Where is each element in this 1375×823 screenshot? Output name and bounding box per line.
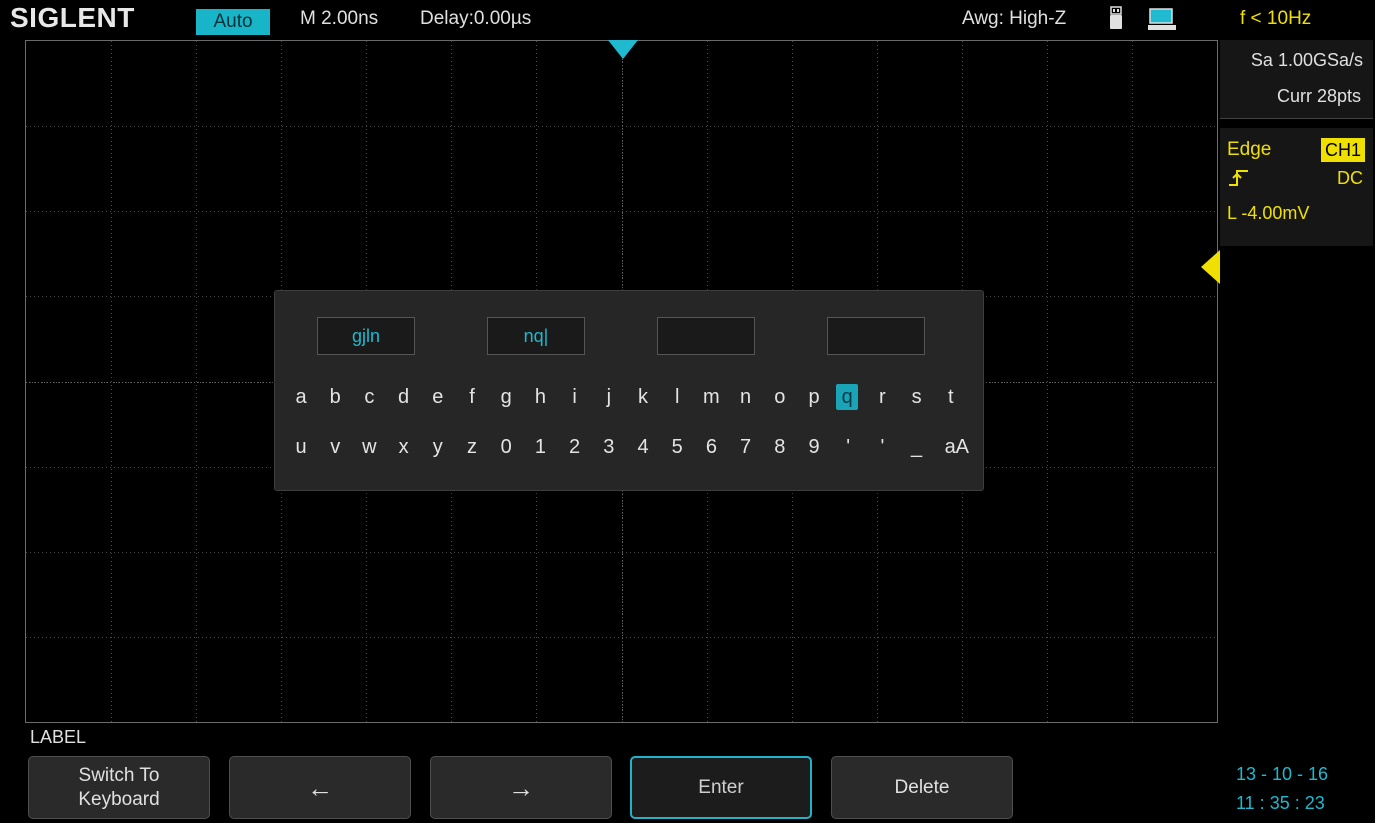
awg-readout: Awg: High-Z xyxy=(962,8,1067,29)
pc-connection-icon xyxy=(1148,8,1176,30)
trigger-frequency-readout: f < 10Hz xyxy=(1240,8,1312,29)
run-mode-badge[interactable]: Auto xyxy=(196,9,270,35)
key-y[interactable]: y xyxy=(426,433,450,461)
key-d[interactable]: d xyxy=(392,383,416,411)
key-7[interactable]: 7 xyxy=(734,433,758,461)
switch-to-keyboard-button[interactable]: Switch To Keyboard xyxy=(28,756,210,819)
key-g[interactable]: g xyxy=(494,383,518,411)
key-u[interactable]: u xyxy=(289,433,313,461)
key-b[interactable]: b xyxy=(323,383,347,411)
delay-readout: Delay:0.00µs xyxy=(420,8,532,29)
key-5[interactable]: 5 xyxy=(665,433,689,461)
key-0[interactable]: 0 xyxy=(494,433,518,461)
key-n[interactable]: n xyxy=(734,383,758,411)
time-readout: 11 : 35 : 23 xyxy=(1236,793,1325,813)
key-4[interactable]: 4 xyxy=(631,433,655,461)
key-underscore[interactable]: _ xyxy=(905,433,929,461)
key-p[interactable]: p xyxy=(802,383,826,411)
keyboard-row-1: abcdefghijklmnopqrst xyxy=(275,383,975,413)
key-e[interactable]: e xyxy=(426,383,450,411)
key-3[interactable]: 3 xyxy=(597,433,621,461)
key-r[interactable]: r xyxy=(870,383,894,411)
key-m[interactable]: m xyxy=(699,383,723,411)
cursor-right-button[interactable]: → xyxy=(430,756,612,819)
trigger-level-marker[interactable] xyxy=(1200,250,1220,284)
key-quote[interactable]: ' xyxy=(836,433,860,461)
cursor-left-button[interactable]: ← xyxy=(229,756,411,819)
enter-button[interactable]: Enter xyxy=(630,756,812,819)
key-6[interactable]: 6 xyxy=(699,433,723,461)
label-input-dialog: gjln nq| abcdefghijklmnopqrst uvwxyz0123… xyxy=(274,290,984,491)
key-t[interactable]: t xyxy=(939,383,963,411)
key-s[interactable]: s xyxy=(905,383,929,411)
memory-depth: Curr 28pts xyxy=(1276,86,1361,106)
trigger-level: L -4.00mV xyxy=(1227,203,1310,223)
key-x[interactable]: x xyxy=(392,433,416,461)
status-bar: SIGLENT Auto M 2.00ns Delay:0.00µs Awg: … xyxy=(0,0,1375,38)
key-f[interactable]: f xyxy=(460,383,484,411)
softkey-label: Switch To Keyboard xyxy=(78,764,160,810)
menu-title: LABEL xyxy=(30,727,87,747)
sample-rate: Sa 1.00GSa/s xyxy=(1250,50,1363,70)
key-v[interactable]: v xyxy=(323,433,347,461)
key-quote[interactable]: ' xyxy=(870,433,894,461)
keyboard-row-2: u v w x y z 0 1 2 3 4 5 6 7 8 9 ' ' _ aA xyxy=(275,433,975,463)
usb-icon xyxy=(1110,6,1122,29)
key-z[interactable]: z xyxy=(460,433,484,461)
label-slot-2[interactable]: nq| xyxy=(487,317,585,355)
key-aA[interactable]: aA xyxy=(939,433,975,461)
key-l[interactable]: l xyxy=(665,383,689,411)
key-1[interactable]: 1 xyxy=(528,433,552,461)
key-a[interactable]: a xyxy=(289,383,313,411)
timebase-readout: M 2.00ns xyxy=(300,8,379,29)
acquisition-panel: Sa 1.00GSa/s Curr 28pts xyxy=(1220,40,1373,119)
key-h[interactable]: h xyxy=(528,383,552,411)
key-9[interactable]: 9 xyxy=(802,433,826,461)
key-8[interactable]: 8 xyxy=(768,433,792,461)
key-2[interactable]: 2 xyxy=(563,433,587,461)
label-slot-3[interactable] xyxy=(657,317,755,355)
rising-edge-icon xyxy=(1229,170,1248,186)
left-arrow-icon: ← xyxy=(307,772,333,803)
key-j[interactable]: j xyxy=(597,383,621,411)
delete-button[interactable]: Delete xyxy=(831,756,1013,819)
right-arrow-icon: → xyxy=(508,772,534,803)
key-c[interactable]: c xyxy=(357,383,381,411)
label-slot-1[interactable]: gjln xyxy=(317,317,415,355)
trigger-type: Edge xyxy=(1227,139,1272,160)
key-i[interactable]: i xyxy=(563,383,587,411)
date-readout: 13 - 10 - 16 xyxy=(1236,764,1329,784)
trigger-coupling: DC xyxy=(1337,168,1363,188)
key-w[interactable]: w xyxy=(357,433,381,461)
brand-logo: SIGLENT xyxy=(10,2,135,33)
trigger-panel[interactable]: Edge CH1 DC L -4.00mV xyxy=(1220,128,1373,246)
key-o[interactable]: o xyxy=(768,383,792,411)
key-k[interactable]: k xyxy=(631,383,655,411)
trigger-position-marker[interactable] xyxy=(608,40,638,60)
softkey-label: Delete xyxy=(894,776,950,798)
key-q[interactable]: q xyxy=(836,384,859,410)
trigger-source-badge: CH1 xyxy=(1320,138,1365,162)
label-slot-4[interactable] xyxy=(827,317,925,355)
softkey-label: Enter xyxy=(698,776,744,798)
